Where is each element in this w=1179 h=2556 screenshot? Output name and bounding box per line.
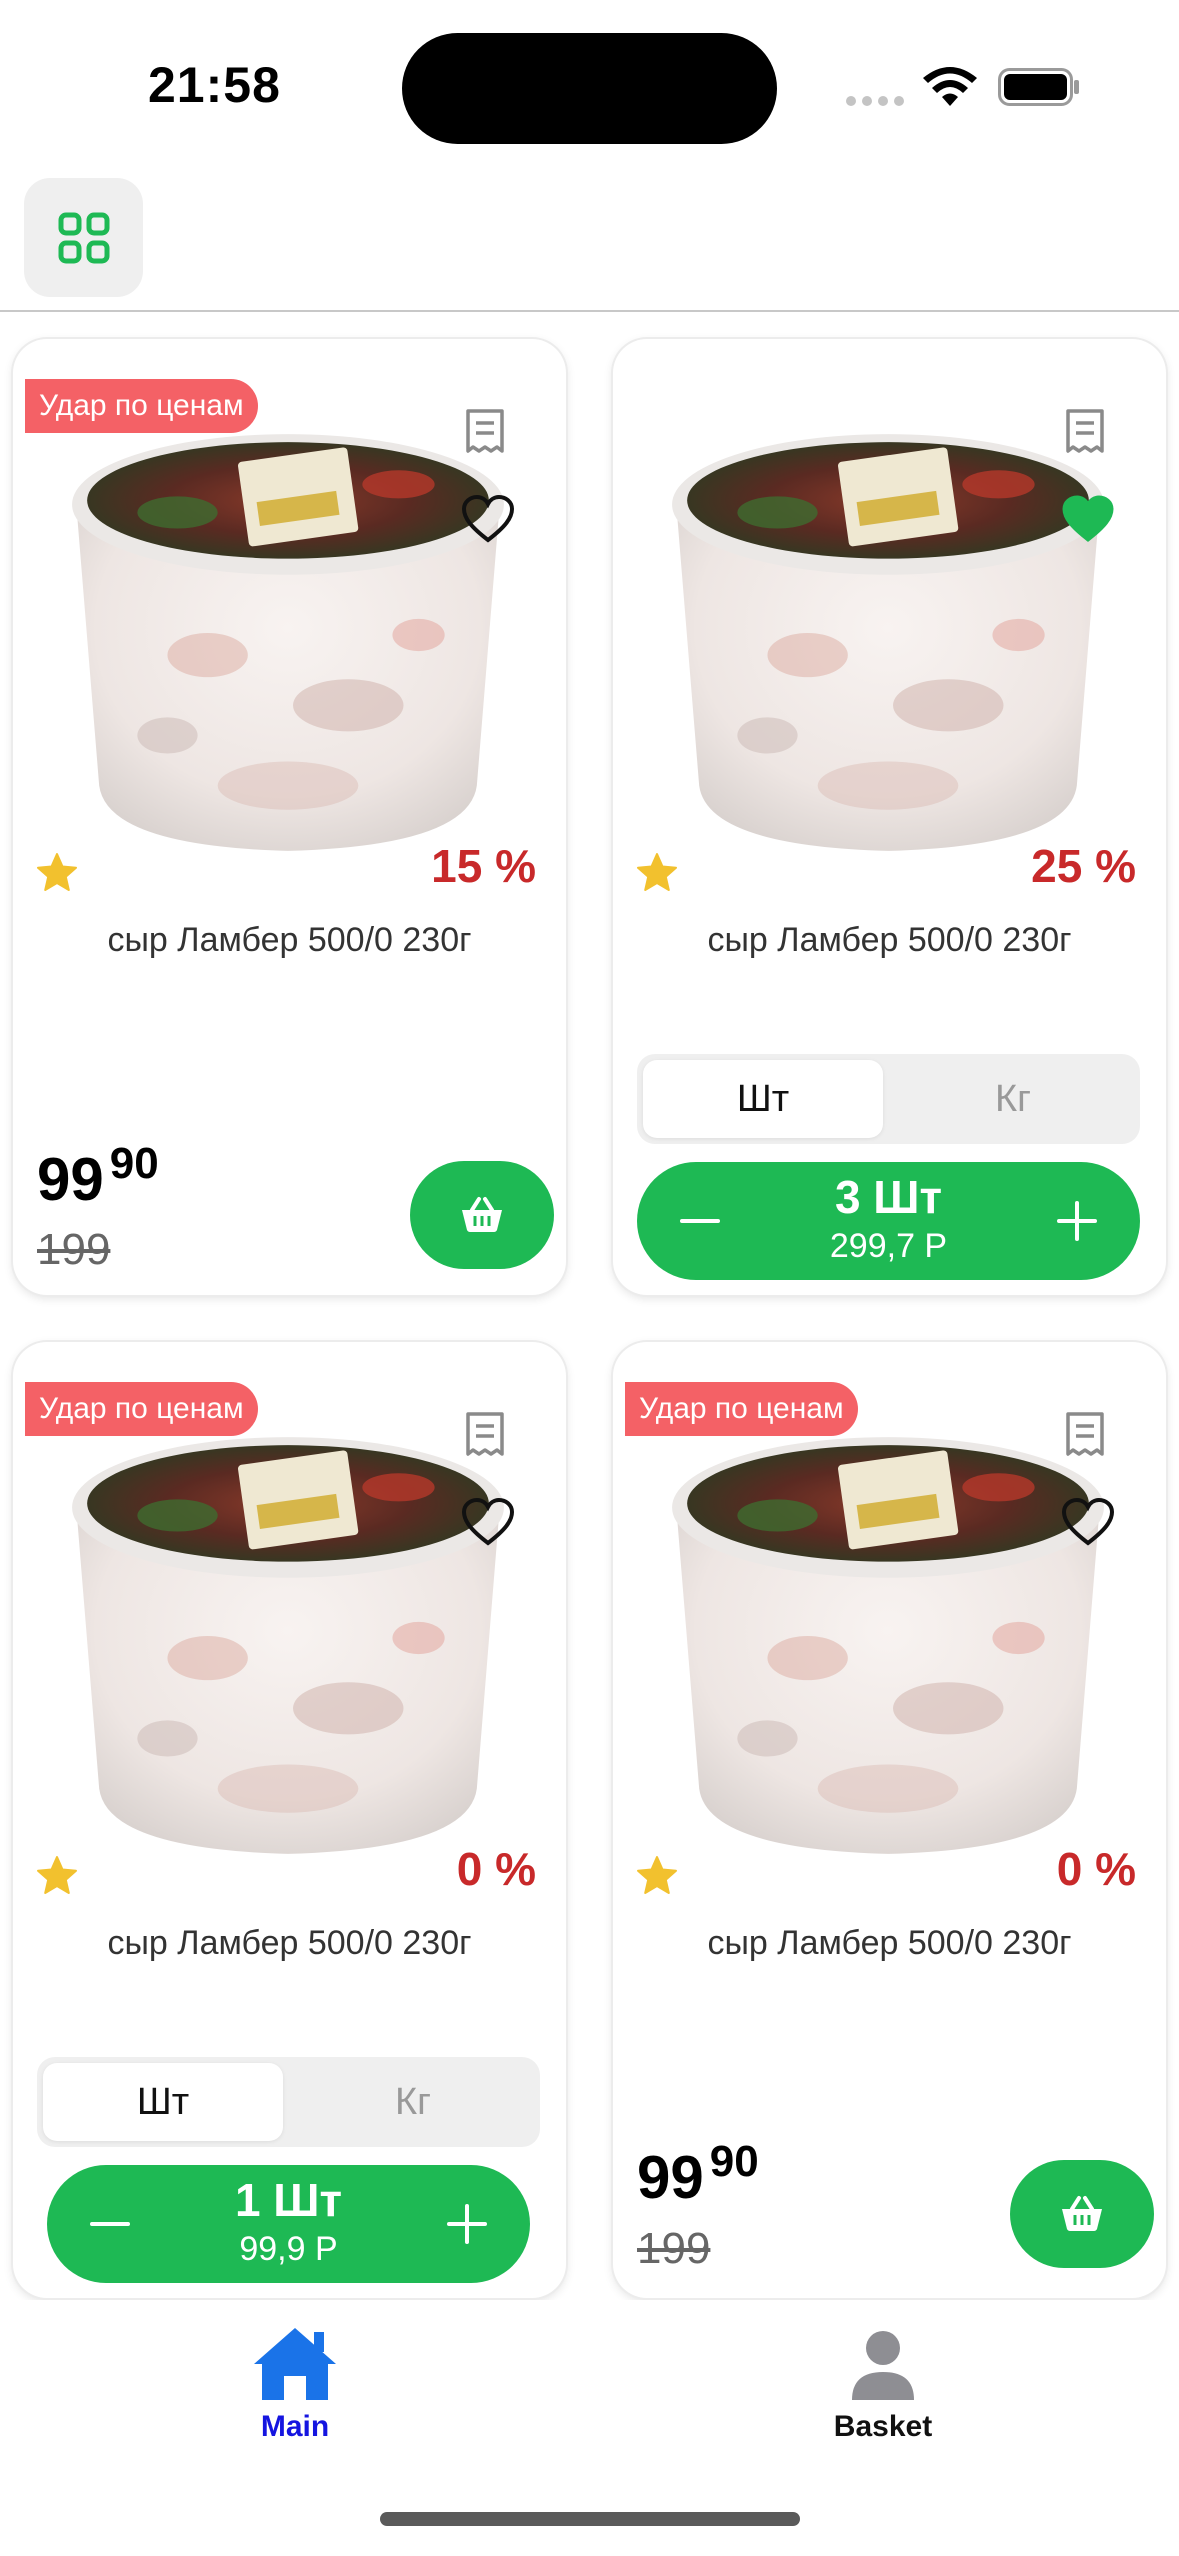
- quantity-stepper: 1 Шт 99,9 Р: [47, 2165, 530, 2283]
- discount-label: 0 %: [456, 1843, 536, 1895]
- heart-outline-icon: [461, 1498, 515, 1546]
- discount-label: 0 %: [1056, 1843, 1136, 1895]
- tab-main[interactable]: Main: [175, 2324, 415, 2444]
- product-image: [57, 1407, 519, 1869]
- promo-badge: Удар по ценам: [625, 1382, 858, 1436]
- minus-icon: [680, 1219, 720, 1223]
- product-image: [57, 404, 519, 866]
- discount-label: 15 %: [431, 840, 536, 892]
- star-icon: [37, 1856, 77, 1894]
- tab-label: Main: [260, 2410, 330, 2443]
- unit-option-kg[interactable]: Кг: [893, 1060, 1133, 1138]
- unit-option-pieces[interactable]: Шт: [43, 2063, 283, 2141]
- quantity-display: 1 Шт 99,9 Р: [167, 2173, 410, 2271]
- status-time: 21:58: [148, 57, 281, 113]
- quantity-stepper: 3 Шт 299,7 Р: [637, 1162, 1140, 1280]
- price-integer: 99: [637, 2144, 704, 2211]
- product-card[interactable]: Удар по ценам 0 % сыр Ламбер 500/0 230г …: [13, 1342, 566, 2298]
- product-image: [657, 1407, 1119, 1869]
- receipt-icon[interactable]: [1062, 407, 1108, 455]
- home-icon: [254, 2328, 336, 2400]
- product-image: [657, 404, 1119, 866]
- grid-view-button[interactable]: [24, 178, 143, 297]
- tab-label: Basket: [833, 2410, 933, 2443]
- heart-filled-icon: [1062, 495, 1114, 542]
- product-card[interactable]: Удар по ценам 15 % сыр Ламбер 500/0 230г…: [13, 339, 566, 1295]
- favorite-button[interactable]: [1058, 489, 1118, 549]
- person-icon: [852, 2331, 914, 2400]
- quantity-total: 99,9 Р: [239, 2230, 338, 2268]
- status-bar: 21:58: [0, 0, 1179, 170]
- star-icon: [637, 1856, 677, 1894]
- old-price: 199: [37, 1225, 111, 1274]
- add-to-cart-button[interactable]: [410, 1161, 554, 1269]
- decrease-button[interactable]: [51, 2165, 169, 2283]
- increase-button[interactable]: [408, 2165, 526, 2283]
- quantity-count: 1 Шт: [234, 2174, 343, 2226]
- promo-badge: Удар по ценам: [25, 379, 258, 433]
- price-fraction: 90: [709, 2137, 759, 2186]
- unit-option-kg[interactable]: Кг: [293, 2063, 533, 2141]
- quantity-display: 3 Шт 299,7 Р: [757, 1170, 1020, 1268]
- dynamic-island: [402, 33, 777, 144]
- product-title: сыр Ламбер 500/0 230г: [707, 921, 1072, 959]
- add-to-cart-button[interactable]: [1010, 2160, 1154, 2268]
- plus-icon: [1057, 1201, 1097, 1241]
- heart-outline-icon: [461, 495, 515, 543]
- promo-badge: Удар по ценам: [25, 1382, 258, 1436]
- product-card[interactable]: Удар по ценам 0 % сыр Ламбер 500/0 230г …: [613, 1342, 1166, 2298]
- wifi-icon: [923, 67, 977, 106]
- top-toolbar: [0, 170, 1179, 312]
- receipt-icon[interactable]: [462, 1410, 508, 1458]
- favorite-button[interactable]: [1058, 1492, 1118, 1552]
- price: 99 90: [637, 2137, 759, 2212]
- battery-icon: [998, 68, 1079, 106]
- home-indicator: [380, 2512, 800, 2526]
- decrease-button[interactable]: [641, 1162, 759, 1280]
- minus-icon: [90, 2222, 130, 2226]
- product-title: сыр Ламбер 500/0 230г: [107, 1924, 472, 1962]
- product-title: сыр Ламбер 500/0 230г: [707, 1924, 1072, 1962]
- unit-toggle: Шт Кг: [37, 2057, 540, 2147]
- unit-option-pieces[interactable]: Шт: [643, 1060, 883, 1138]
- tab-basket[interactable]: Basket: [763, 2324, 1003, 2444]
- basket-icon: [462, 1197, 502, 1232]
- price-fraction: 90: [109, 1139, 159, 1188]
- discount-label: 25 %: [1031, 840, 1136, 892]
- plus-icon: [447, 2204, 487, 2244]
- favorite-button[interactable]: [458, 1492, 518, 1552]
- price: 99 90: [37, 1139, 159, 1214]
- price-integer: 99: [37, 1146, 104, 1213]
- quantity-count: 3 Шт: [834, 1171, 943, 1223]
- cellular-signal-icon: [846, 96, 906, 106]
- heart-outline-icon: [1061, 1498, 1115, 1546]
- star-icon: [637, 853, 677, 891]
- quantity-total: 299,7 Р: [829, 1227, 948, 1265]
- favorite-button[interactable]: [458, 489, 518, 549]
- basket-icon: [1062, 2196, 1102, 2231]
- product-title: сыр Ламбер 500/0 230г: [107, 921, 472, 959]
- star-icon: [37, 853, 77, 891]
- receipt-icon[interactable]: [462, 407, 508, 455]
- receipt-icon[interactable]: [1062, 1410, 1108, 1458]
- old-price: 199: [637, 2224, 711, 2273]
- product-card[interactable]: 25 % сыр Ламбер 500/0 230г Шт Кг 3 Шт 29…: [613, 339, 1166, 1295]
- grid-icon: [58, 212, 109, 263]
- increase-button[interactable]: [1018, 1162, 1136, 1280]
- unit-toggle: Шт Кг: [637, 1054, 1140, 1144]
